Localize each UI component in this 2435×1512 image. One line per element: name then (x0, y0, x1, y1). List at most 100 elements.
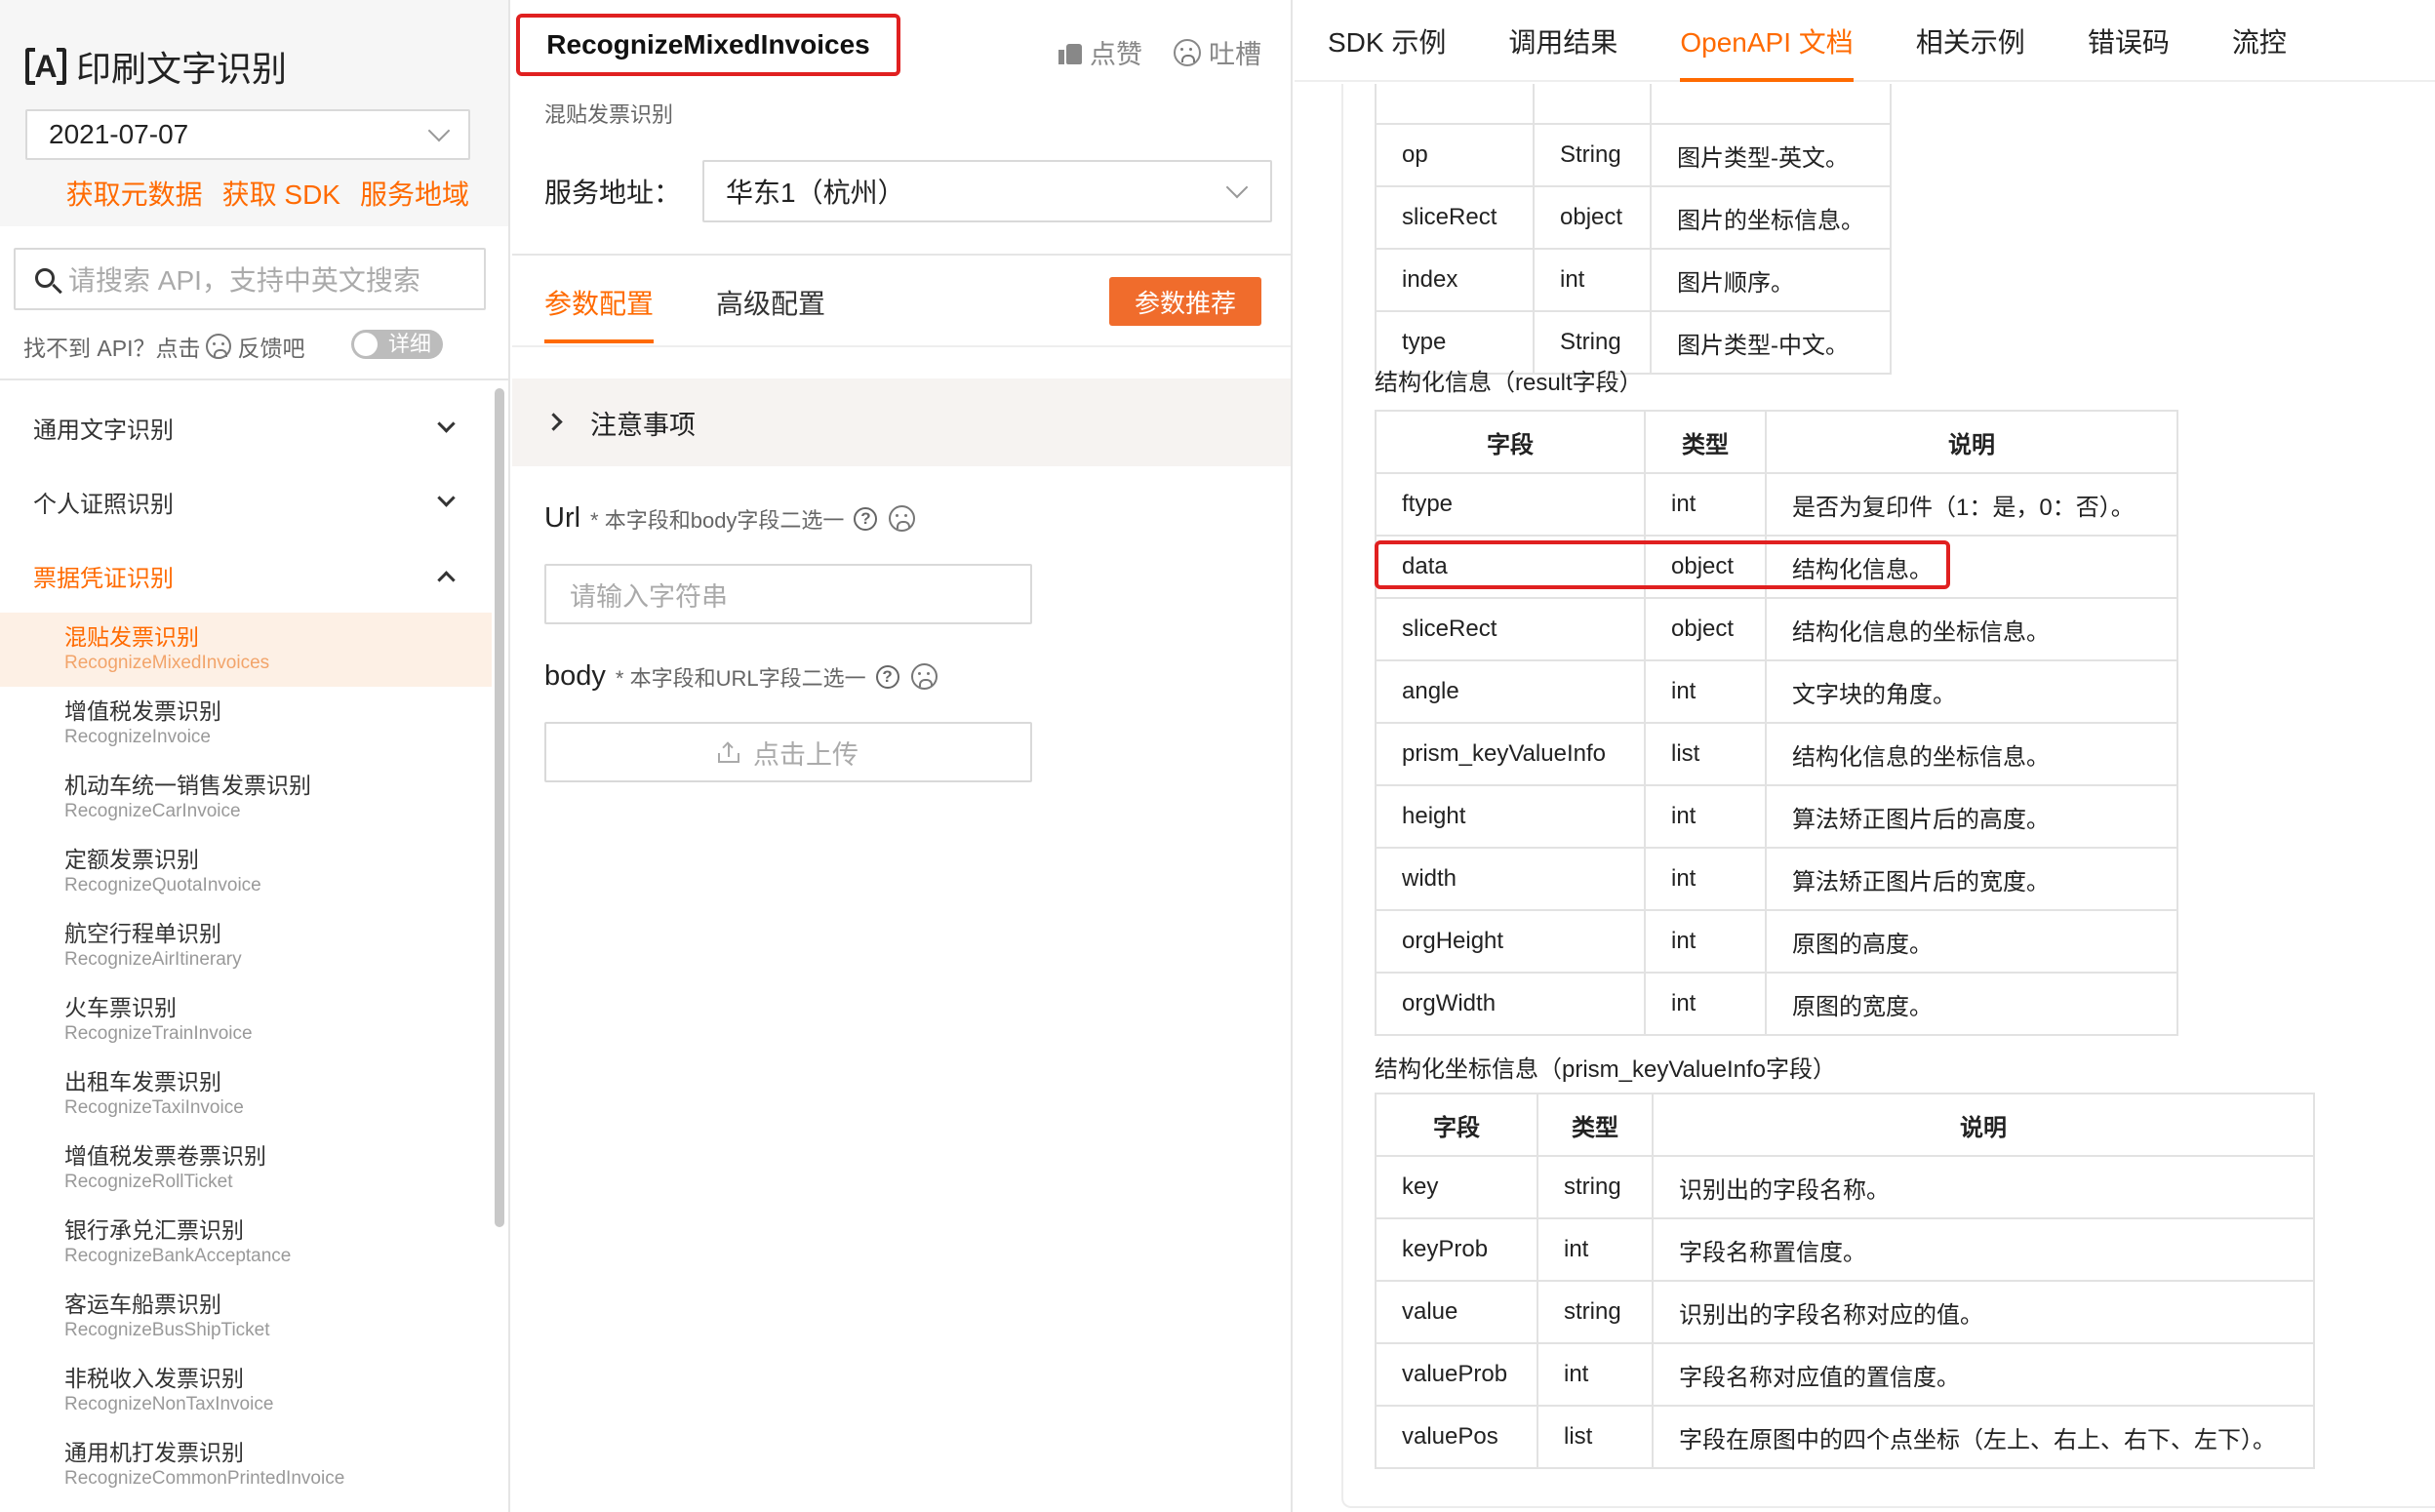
like-button[interactable]: 点赞 (1058, 33, 1142, 71)
tab-flow-control[interactable]: 流控 (2232, 0, 2287, 82)
nav-item-common-printed-invoice[interactable]: 通用机打发票识别 RecognizeCommonPrintedInvoice (0, 1428, 492, 1502)
sad-face-icon[interactable] (889, 505, 916, 532)
table-row (1375, 84, 1892, 125)
table-cell: int (1537, 1217, 1654, 1282)
api-search-input[interactable]: 请搜索 API，支持中英文搜索 (14, 248, 486, 310)
nav-item-car-invoice[interactable]: 机动车统一销售发票识别 RecognizeCarInvoice (0, 761, 492, 835)
nav-item-title: 非税收入发票识别 (64, 1366, 244, 1391)
get-metadata-link[interactable]: 获取元数据 (66, 174, 203, 213)
nav-item-bank-acceptance[interactable]: 银行承兑汇票识别 RecognizeBankAcceptance (0, 1206, 492, 1280)
tab-openapi-doc[interactable]: OpenAPI 文档 (1680, 0, 1854, 82)
nav-group-label: 通用文字识别 (33, 417, 174, 444)
nav-item-api: RecognizeTrainInvoice (64, 1023, 253, 1044)
table-cell: op (1375, 123, 1535, 187)
divider (0, 378, 508, 380)
table-cell: 字段名称置信度。 (1652, 1217, 2315, 1282)
table-cell: 字段在原图中的四个点坐标（左上、右上、右下、左下）。 (1652, 1405, 2315, 1469)
nav-group-personal-id[interactable]: 个人证照识别 (0, 464, 492, 538)
chevron-right-icon (544, 413, 563, 431)
thumbs-up-icon (1058, 41, 1082, 64)
nav-item-roll-ticket[interactable]: 增值税发票卷票识别 RecognizeRollTicket (0, 1132, 492, 1206)
nav-item-taxi-invoice[interactable]: 出租车发票识别 RecognizeTaxiInvoice (0, 1057, 492, 1132)
table-row: key string 识别出的字段名称。 (1375, 1155, 2315, 1219)
table-cell: 是否为复印件（1：是，0：否）。 (1765, 472, 2178, 537)
tab-related-examples[interactable]: 相关示例 (1916, 0, 2025, 82)
nav-item-bus-ship-ticket[interactable]: 客运车船票识别 RecognizeBusShipTicket (0, 1280, 492, 1354)
tab-call-result[interactable]: 调用结果 (1508, 0, 1617, 82)
nav-item-mixed-invoices[interactable]: 混贴发票识别 RecognizeMixedInvoices (0, 613, 492, 687)
table-cell: 识别出的字段名称对应的值。 (1652, 1280, 2315, 1344)
upload-button[interactable]: 点击上传 (544, 722, 1032, 782)
image-info-table: op String 图片类型-英文。 sliceRect object 图片的坐… (1375, 84, 1892, 375)
column-header: 类型 (1644, 410, 1767, 474)
tab-sdk-example[interactable]: SDK 示例 (1328, 0, 1446, 82)
feedback-suffix: 反馈吧 (237, 336, 305, 361)
search-icon (35, 268, 55, 288)
body-label: body (544, 660, 606, 692)
nav-group-general-ocr[interactable]: 通用文字识别 (0, 390, 492, 464)
table-cell: int (1644, 847, 1767, 911)
table-header-row: 字段 类型 说明 (1375, 410, 2178, 474)
app-brand: A 印刷文字识别 (25, 41, 287, 92)
table-cell: int (1644, 472, 1767, 537)
table-cell: angle (1375, 659, 1646, 724)
url-input[interactable]: 请输入字符串 (544, 564, 1032, 624)
nav-item-train-invoice[interactable]: 火车票识别 RecognizeTrainInvoice (0, 983, 492, 1057)
column-header: 字段 (1375, 1093, 1538, 1157)
feedback-row[interactable]: 找不到 API？点击 反馈吧 (23, 330, 304, 363)
table-cell: String (1533, 123, 1652, 187)
tab-advanced-config[interactable]: 高级配置 (716, 283, 825, 343)
sad-face-icon[interactable] (910, 663, 938, 690)
divider (512, 345, 1291, 347)
service-region-link[interactable]: 服务地域 (360, 174, 469, 213)
ocr-logo-icon: A (25, 46, 66, 87)
notice-collapse[interactable]: 注意事项 (512, 378, 1291, 466)
get-sdk-link[interactable]: 获取 SDK (222, 174, 340, 213)
table-cell: int (1537, 1342, 1654, 1407)
nav-group-invoice[interactable]: 票据凭证识别 (0, 538, 492, 613)
like-label: 点赞 (1090, 40, 1142, 69)
column-header: 说明 (1765, 410, 2178, 474)
table-cell: string (1537, 1280, 1654, 1344)
table-row: valueProb int 字段名称对应值的置信度。 (1375, 1342, 2315, 1407)
table-header-row: 字段 类型 说明 (1375, 1093, 2315, 1157)
version-date-select[interactable]: 2021-07-07 (25, 109, 470, 160)
table-row: prism_keyValueInfo list 结构化信息的坐标信息。 (1375, 722, 2178, 786)
table-cell: int (1644, 784, 1767, 849)
tab-param-config[interactable]: 参数配置 (544, 283, 655, 343)
table-cell: width (1375, 847, 1646, 911)
chevron-down-icon (437, 415, 456, 433)
column-header: 说明 (1652, 1093, 2315, 1157)
chevron-down-icon (1225, 176, 1249, 199)
tab-error-codes[interactable]: 错误码 (2088, 0, 2170, 82)
sad-face-icon[interactable] (206, 334, 232, 359)
nav-item-invoice[interactable]: 增值税发票识别 RecognizeInvoice (0, 687, 492, 761)
param-recommend-button[interactable]: 参数推荐 (1109, 277, 1261, 326)
help-icon[interactable]: ? (875, 664, 899, 689)
detail-toggle[interactable]: 详细 (351, 330, 443, 359)
nav-item-non-tax-invoice[interactable]: 非税收入发票识别 RecognizeNonTaxInvoice (0, 1354, 492, 1428)
table-row: index int 图片顺序。 (1375, 248, 1892, 312)
nav-item-title: 机动车统一销售发票识别 (64, 773, 311, 798)
table-cell: orgWidth (1375, 972, 1646, 1036)
service-address-select[interactable]: 华东1（杭州） (702, 160, 1273, 222)
nav-item-title: 航空行程单识别 (64, 921, 221, 946)
doc-content[interactable]: op String 图片类型-英文。 sliceRect object 图片的坐… (1295, 84, 2435, 1512)
nav-item-api: RecognizeBusShipTicket (64, 1320, 270, 1340)
table-cell: 识别出的字段名称。 (1652, 1155, 2315, 1219)
nav-item-quota-invoice[interactable]: 定额发票识别 RecognizeQuotaInvoice (0, 835, 492, 909)
sidebar-scrollbar[interactable] (495, 388, 504, 1227)
table-cell: prism_keyValueInfo (1375, 722, 1646, 786)
keyvalue-field-table: 字段 类型 说明 key string 识别出的字段名称。 keyProb in… (1375, 1093, 2315, 1469)
nav-group-label: 票据凭证识别 (33, 565, 174, 592)
nav-item-air-itinerary[interactable]: 航空行程单识别 RecognizeAirItinerary (0, 909, 492, 983)
table-cell: valueProb (1375, 1342, 1538, 1407)
complain-button[interactable]: 吐槽 (1174, 33, 1261, 71)
nav-item-title: 火车票识别 (64, 995, 177, 1020)
table-cell: int (1644, 909, 1767, 974)
sad-face-icon (1174, 38, 1201, 66)
nav-item-title: 客运车船票识别 (64, 1292, 221, 1317)
nav-item-api: RecognizeMixedInvoices (64, 653, 270, 673)
divider (512, 254, 1291, 256)
help-icon[interactable]: ? (854, 506, 878, 531)
